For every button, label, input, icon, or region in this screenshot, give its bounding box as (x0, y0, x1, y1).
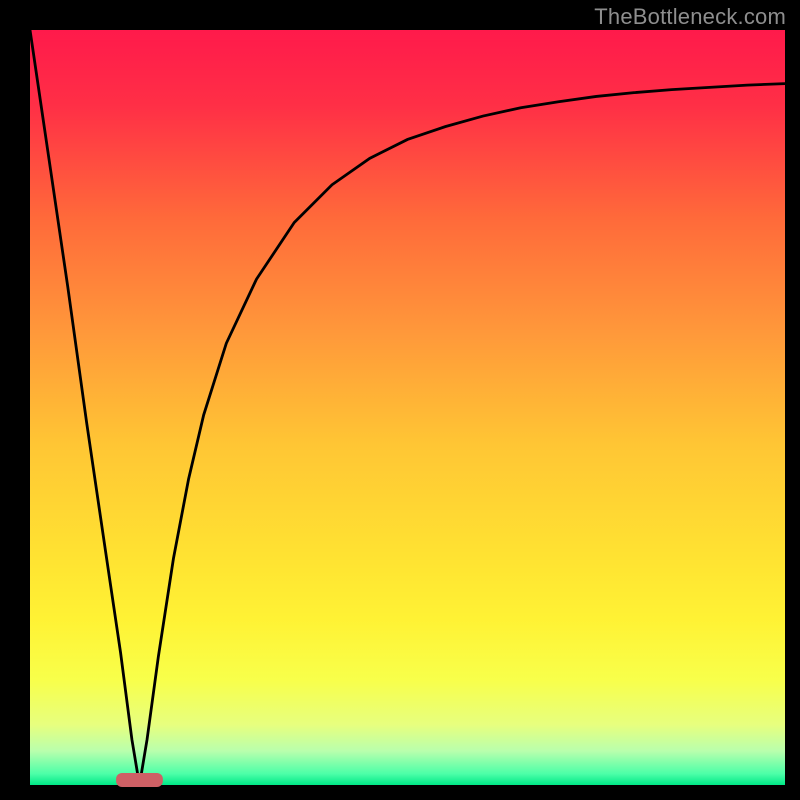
optimal-marker (116, 773, 163, 787)
chart-frame: TheBottleneck.com (0, 0, 800, 800)
watermark-text: TheBottleneck.com (594, 4, 786, 30)
plot-area (30, 30, 785, 785)
chart-svg (0, 0, 800, 800)
